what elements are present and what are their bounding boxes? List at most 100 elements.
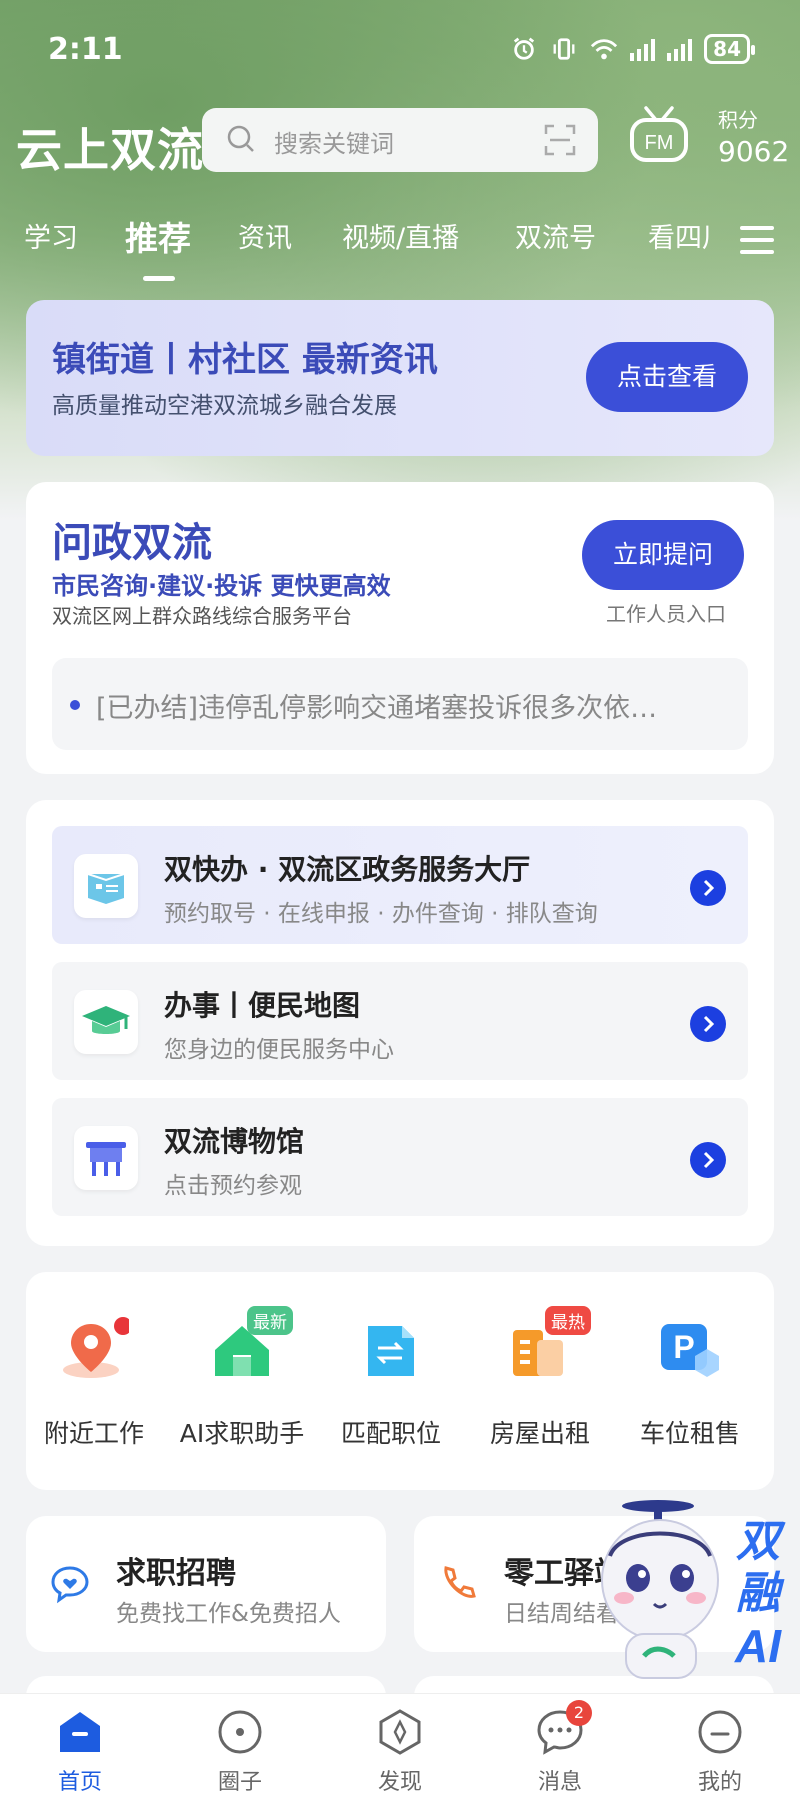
quick-label: 匹配职位 xyxy=(340,1419,441,1448)
graduation-cap-icon xyxy=(74,990,138,1054)
nav-home[interactable]: 首页 xyxy=(20,1708,140,1796)
nav-label: 发现 xyxy=(377,1770,422,1795)
chevron-right-icon[interactable] xyxy=(690,870,726,906)
home-icon xyxy=(56,1708,104,1756)
alarm-icon xyxy=(514,37,535,60)
quick-label: 附近工作 xyxy=(43,1419,144,1448)
tab-sichuan[interactable]: 看四川 xyxy=(648,216,712,255)
points-label: 积分 xyxy=(718,108,758,132)
service-title: 双快办 · 双流区政务服务大厅 xyxy=(164,853,531,886)
service-title: 办事丨便民地图 xyxy=(164,989,361,1022)
parking-icon: P xyxy=(655,1316,725,1386)
banner-subtitle: 高质量推动空港双流城乡融合发展 xyxy=(52,393,397,419)
tab-shuangliu-account[interactable]: 双流号 xyxy=(515,216,596,255)
wenzheng-desc: 双流区网上群众路线综合服务平台 xyxy=(52,604,352,628)
channel-tabs: 学习 推荐 资讯 视频/直播 双流号 看四川 xyxy=(0,210,800,281)
search-placeholder: 搜索关键词 xyxy=(274,130,394,158)
quick-label: 车位租售 xyxy=(639,1419,740,1448)
quick-label: AI求职助手 xyxy=(179,1419,305,1448)
tab-news[interactable]: 资讯 xyxy=(238,216,292,255)
tab-study[interactable]: 学习 xyxy=(24,216,78,255)
active-tab-indicator xyxy=(143,276,175,281)
service-subtitle: 预约取号 · 在线申报 · 办件查询 · 排队查询 xyxy=(164,901,598,927)
chevron-right-icon[interactable] xyxy=(690,1006,726,1042)
badge-hot: 最热 xyxy=(545,1306,591,1335)
signal-icon-2 xyxy=(667,37,693,61)
staff-entry-link[interactable]: 工作人员入口 xyxy=(606,598,726,627)
search-input[interactable]: 搜索关键词 xyxy=(202,108,598,172)
mascot-text-3: AI xyxy=(734,1620,782,1672)
location-pin-icon xyxy=(59,1316,132,1386)
news-banner[interactable]: 镇街道丨村社区 最新资讯 高质量推动空港双流城乡融合发展 点击查看 xyxy=(26,300,774,456)
service-title: 双流博物馆 xyxy=(164,1125,305,1158)
tab-recommend[interactable]: 推荐 xyxy=(125,212,191,260)
menu-icon[interactable] xyxy=(740,226,774,254)
compass-icon xyxy=(376,1708,424,1756)
scan-icon[interactable] xyxy=(544,124,576,156)
ai-mascot-floating-button[interactable]: 双 融 AI xyxy=(590,1496,800,1686)
profile-icon xyxy=(696,1708,744,1756)
nav-label: 圈子 xyxy=(217,1770,262,1795)
service-item-gov-hall[interactable]: 双快办 · 双流区政务服务大厅 预约取号 · 在线申报 · 办件查询 · 排队查… xyxy=(52,826,748,944)
mascot-text-1: 双 xyxy=(736,1517,786,1566)
vibrate-icon xyxy=(553,38,575,60)
match-doc-icon xyxy=(356,1316,426,1386)
nav-messages[interactable]: 2 消息 xyxy=(500,1700,620,1796)
nav-profile[interactable]: 我的 xyxy=(660,1708,780,1796)
wenzheng-slogan: 市民咨询·建议·投诉 更快更高效 xyxy=(52,572,391,600)
service-subtitle: 点击预约参观 xyxy=(164,1173,302,1199)
notice-ticker[interactable]: [已办结]违停乱停影响交通堵塞投诉很多次依… xyxy=(52,658,748,750)
house-icon: 最新 xyxy=(207,1306,293,1386)
quick-match-jobs[interactable]: 匹配职位 xyxy=(321,1316,461,1450)
job-card-title: 求职招聘 xyxy=(116,1556,236,1591)
bottom-navigation: 首页 圈子 发现 2 消息 我的 xyxy=(0,1693,800,1805)
heart-chat-icon xyxy=(51,1566,89,1604)
quick-house-rent[interactable]: 最热 房屋出租 xyxy=(470,1306,610,1450)
search-icon xyxy=(227,125,254,152)
nav-discover[interactable]: 发现 xyxy=(340,1708,460,1796)
signal-icon xyxy=(630,37,656,61)
wenzheng-card: 问政双流 市民咨询·建议·投诉 更快更高效 双流区网上群众路线综合服务平台 立即… xyxy=(26,482,774,774)
svg-text:P: P xyxy=(673,1329,694,1365)
job-card-recruit[interactable]: 求职招聘 免费找工作&免费招人 xyxy=(26,1516,386,1652)
points-display[interactable]: 积分 9062 xyxy=(718,104,789,168)
services-card: 双快办 · 双流区政务服务大厅 预约取号 · 在线申报 · 办件查询 · 排队查… xyxy=(26,800,774,1246)
fm-radio-icon[interactable]: FM xyxy=(628,102,690,172)
nav-label: 消息 xyxy=(537,1770,582,1795)
tab-video-live[interactable]: 视频/直播 xyxy=(342,216,459,255)
wenzheng-title: 问政双流 xyxy=(52,520,212,566)
points-value: 9062 xyxy=(718,135,790,168)
service-subtitle: 您身边的便民服务中心 xyxy=(164,1037,394,1063)
quick-label: 房屋出租 xyxy=(489,1419,590,1448)
ask-question-button[interactable]: 立即提问 xyxy=(582,520,744,590)
job-card-subtitle: 免费找工作&免费招人 xyxy=(116,1601,341,1627)
quick-nearby-jobs[interactable]: 附近工作 xyxy=(24,1316,164,1450)
status-bar: 2:11 84 xyxy=(0,0,800,100)
status-time: 2:11 xyxy=(48,32,123,67)
service-item-map[interactable]: 办事丨便民地图 您身边的便民服务中心 xyxy=(52,962,748,1080)
notice-text: [已办结]违停乱停影响交通堵塞投诉很多次依… xyxy=(96,693,658,724)
bullet-dot-icon xyxy=(70,700,80,710)
fm-label: FM xyxy=(645,132,674,154)
circle-icon xyxy=(216,1708,264,1756)
bronze-vessel-icon xyxy=(74,1126,138,1190)
nav-label: 我的 xyxy=(697,1770,742,1795)
quick-ai-job-assistant[interactable]: 最新 AI求职助手 xyxy=(172,1306,312,1450)
quick-parking[interactable]: P 车位租售 xyxy=(620,1316,760,1450)
message-count-badge: 2 xyxy=(566,1700,592,1726)
status-icons: 84 xyxy=(510,34,755,64)
banner-view-button[interactable]: 点击查看 xyxy=(586,342,748,412)
wifi-icon xyxy=(591,39,618,60)
message-icon: 2 xyxy=(536,1700,592,1756)
banner-title: 镇街道丨村社区 最新资讯 xyxy=(52,340,438,380)
nav-circle[interactable]: 圈子 xyxy=(180,1708,300,1796)
id-card-icon xyxy=(74,854,138,918)
mascot-text-2: 融 xyxy=(736,1569,785,1618)
battery-indicator: 84 xyxy=(704,34,755,64)
phone-icon xyxy=(444,1566,476,1598)
building-icon: 最热 xyxy=(505,1306,591,1386)
app-header: 云上双流 搜索关键词 FM 积分 9062 xyxy=(0,100,800,200)
chevron-right-icon[interactable] xyxy=(690,1142,726,1178)
nav-label: 首页 xyxy=(57,1770,102,1795)
service-item-museum[interactable]: 双流博物馆 点击预约参观 xyxy=(52,1098,748,1216)
